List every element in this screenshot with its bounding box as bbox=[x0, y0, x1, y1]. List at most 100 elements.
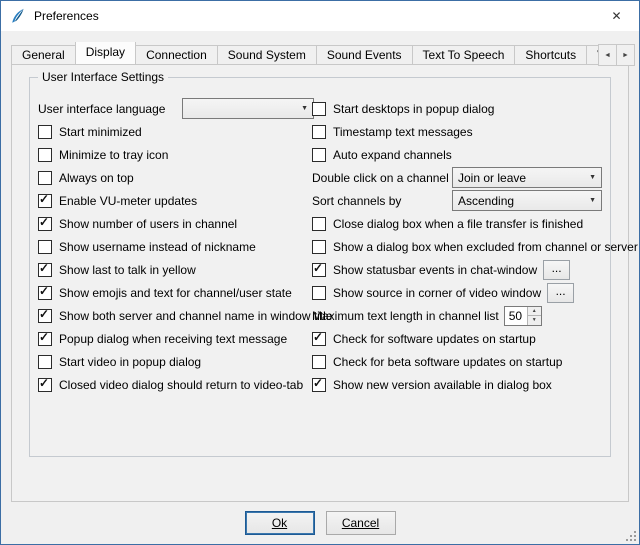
checkbox-label: Popup dialog when receiving text message bbox=[59, 332, 287, 346]
chevron-down-icon: ▼ bbox=[301, 105, 308, 112]
maximum-text-length-in-channel-list-spinner[interactable]: 50▲▼ bbox=[504, 306, 542, 326]
left-column: User interface language ▼ Start minimize… bbox=[38, 97, 314, 396]
check-icon: ✓ bbox=[39, 285, 49, 297]
check-icon: ✓ bbox=[313, 262, 323, 274]
double-click-on-a-channel-combo[interactable]: Join or leave▼ bbox=[452, 167, 602, 188]
setting-row: ✓ Popup dialog when receiving text messag… bbox=[38, 327, 314, 350]
checkbox-show-last-to-talk-in-yellow[interactable]: ✓ bbox=[38, 263, 52, 277]
setting-row: Maximum text length in channel list 50▲▼ bbox=[312, 304, 602, 327]
setting-row: Check for beta software updates on start… bbox=[312, 350, 602, 373]
setting-row: Show source in corner of video window... bbox=[312, 281, 602, 304]
check-icon: ✓ bbox=[39, 262, 49, 274]
checkbox-show-new-version-available-in-dialog-box[interactable]: ✓ bbox=[312, 378, 326, 392]
checkbox-closed-video-dialog-should-return-to-video-tab[interactable]: ✓ bbox=[38, 378, 52, 392]
cancel-button[interactable]: Cancel bbox=[326, 511, 396, 535]
checkbox-label: Start video in popup dialog bbox=[59, 355, 201, 369]
setting-row: ✓ Show new version available in dialog bo… bbox=[312, 373, 602, 396]
checkbox-minimize-to-tray-icon[interactable] bbox=[38, 148, 52, 162]
spinner-value: 50 bbox=[505, 307, 527, 325]
checkbox-label: Check for software updates on startup bbox=[333, 332, 536, 346]
tab-text-to-speech[interactable]: Text To Speech bbox=[412, 45, 516, 64]
checkbox-label: Start desktops in popup dialog bbox=[333, 102, 494, 116]
right-column: Start desktops in popup dialog Timestamp … bbox=[312, 97, 602, 396]
tab-general[interactable]: General bbox=[11, 45, 76, 64]
tab-scroll-left-button[interactable]: ◄ bbox=[598, 44, 617, 66]
tab-bar: GeneralDisplayConnectionSound SystemSoun… bbox=[11, 42, 599, 64]
language-combo[interactable]: ▼ bbox=[182, 98, 314, 119]
tab-shortcuts[interactable]: Shortcuts bbox=[514, 45, 587, 64]
checkbox-label: Minimize to tray icon bbox=[59, 148, 168, 162]
setting-row: Start video in popup dialog bbox=[38, 350, 314, 373]
tab-connection[interactable]: Connection bbox=[135, 45, 218, 64]
checkbox-label: Timestamp text messages bbox=[333, 125, 473, 139]
tab-display[interactable]: Display bbox=[75, 42, 136, 64]
checkbox-label: Show username instead of nickname bbox=[59, 240, 256, 254]
setting-row: ✓ Check for software updates on startup bbox=[312, 327, 602, 350]
checkbox-always-on-top[interactable] bbox=[38, 171, 52, 185]
checkbox-start-desktops-in-popup-dialog[interactable] bbox=[312, 102, 326, 116]
checkbox-enable-vu-meter-updates[interactable]: ✓ bbox=[38, 194, 52, 208]
spin-down-icon[interactable]: ▼ bbox=[528, 316, 541, 325]
checkbox-timestamp-text-messages[interactable] bbox=[312, 125, 326, 139]
setting-row: ✓Show both server and channel name in wi… bbox=[38, 304, 314, 327]
more-options-button-show-source-in-corner-of-video-window[interactable]: ... bbox=[547, 283, 574, 303]
checkbox-label: Show statusbar events in chat-window bbox=[333, 263, 537, 277]
checkbox-check-for-beta-software-updates-on-startup[interactable] bbox=[312, 355, 326, 369]
chevron-down-icon: ▼ bbox=[589, 197, 596, 204]
setting-row: Start desktops in popup dialog bbox=[312, 97, 602, 120]
maximum-text-length-in-channel-list-label: Maximum text length in channel list bbox=[312, 309, 499, 323]
check-icon: ✓ bbox=[39, 377, 49, 389]
setting-row: Show a dialog box when excluded from cha… bbox=[312, 235, 602, 258]
dialog-buttons: Ok Cancel bbox=[1, 511, 639, 535]
setting-row: Minimize to tray icon bbox=[38, 143, 314, 166]
chevron-down-icon: ▼ bbox=[589, 174, 596, 181]
setting-row: Close dialog box when a file transfer is… bbox=[312, 212, 602, 235]
checkbox-show-a-dialog-box-when-excluded-from-channel-or-server[interactable] bbox=[312, 240, 326, 254]
setting-row: ✓ Enable VU-meter updates bbox=[38, 189, 314, 212]
checkbox-show-username-instead-of-nickname[interactable] bbox=[38, 240, 52, 254]
more-options-button-show-statusbar-events-in-chat-window[interactable]: ... bbox=[543, 260, 570, 280]
ok-button[interactable]: Ok bbox=[245, 511, 315, 535]
checkbox-auto-expand-channels[interactable] bbox=[312, 148, 326, 162]
app-icon bbox=[10, 8, 26, 24]
double-click-on-a-channel-label: Double click on a channel bbox=[312, 171, 449, 185]
checkbox-check-for-software-updates-on-startup[interactable]: ✓ bbox=[312, 332, 326, 346]
checkbox-label: Enable VU-meter updates bbox=[59, 194, 197, 208]
checkbox-label: Always on top bbox=[59, 171, 134, 185]
spin-up-icon[interactable]: ▲ bbox=[528, 307, 541, 317]
checkbox-show-both-server-and-channel-name-in-window-title[interactable]: ✓ bbox=[38, 309, 52, 323]
setting-row: Always on top bbox=[38, 166, 314, 189]
checkbox-start-minimized[interactable] bbox=[38, 125, 52, 139]
setting-row: ✓Show emojis and text for channel/user s… bbox=[38, 281, 314, 304]
sort-channels-by-combo[interactable]: Ascending▼ bbox=[452, 190, 602, 211]
group-user-interface-settings: User Interface Settings User interface l… bbox=[29, 77, 611, 457]
checkbox-show-source-in-corner-of-video-window[interactable] bbox=[312, 286, 326, 300]
check-icon: ✓ bbox=[313, 377, 323, 389]
checkbox-label: Show both server and channel name in win… bbox=[59, 309, 333, 323]
language-label: User interface language bbox=[38, 102, 165, 116]
checkbox-label: Show last to talk in yellow bbox=[59, 263, 196, 277]
setting-row: Start minimized bbox=[38, 120, 314, 143]
tab-sound-system[interactable]: Sound System bbox=[217, 45, 317, 64]
setting-row: Double click on a channelJoin or leave▼ bbox=[312, 166, 602, 189]
language-row: User interface language ▼ bbox=[38, 97, 314, 120]
checkbox-label: Show new version available in dialog box bbox=[333, 378, 552, 392]
checkbox-popup-dialog-when-receiving-text-message[interactable]: ✓ bbox=[38, 332, 52, 346]
close-button[interactable]: ✕ bbox=[594, 1, 639, 31]
checkbox-show-number-of-users-in-channel[interactable]: ✓ bbox=[38, 217, 52, 231]
checkbox-label: Close dialog box when a file transfer is… bbox=[333, 217, 583, 231]
tab-scroll: ◄ ► bbox=[599, 44, 635, 66]
sort-channels-by-label: Sort channels by bbox=[312, 194, 401, 208]
checkbox-show-statusbar-events-in-chat-window[interactable]: ✓ bbox=[312, 263, 326, 277]
checkbox-label: Show source in corner of video window bbox=[333, 286, 541, 300]
setting-row: Sort channels by Ascending▼ bbox=[312, 189, 602, 212]
checkbox-start-video-in-popup-dialog[interactable] bbox=[38, 355, 52, 369]
spinner-buttons: ▲▼ bbox=[527, 307, 541, 325]
checkbox-show-emojis-and-text-for-channel-user-state[interactable]: ✓ bbox=[38, 286, 52, 300]
checkbox-close-dialog-box-when-a-file-transfer-is-finished[interactable] bbox=[312, 217, 326, 231]
resize-grip[interactable] bbox=[624, 529, 637, 542]
checkbox-label: Auto expand channels bbox=[333, 148, 452, 162]
tab-sound-events[interactable]: Sound Events bbox=[316, 45, 413, 64]
tab-scroll-right-button[interactable]: ► bbox=[616, 44, 635, 66]
checkbox-label: Check for beta software updates on start… bbox=[333, 355, 562, 369]
